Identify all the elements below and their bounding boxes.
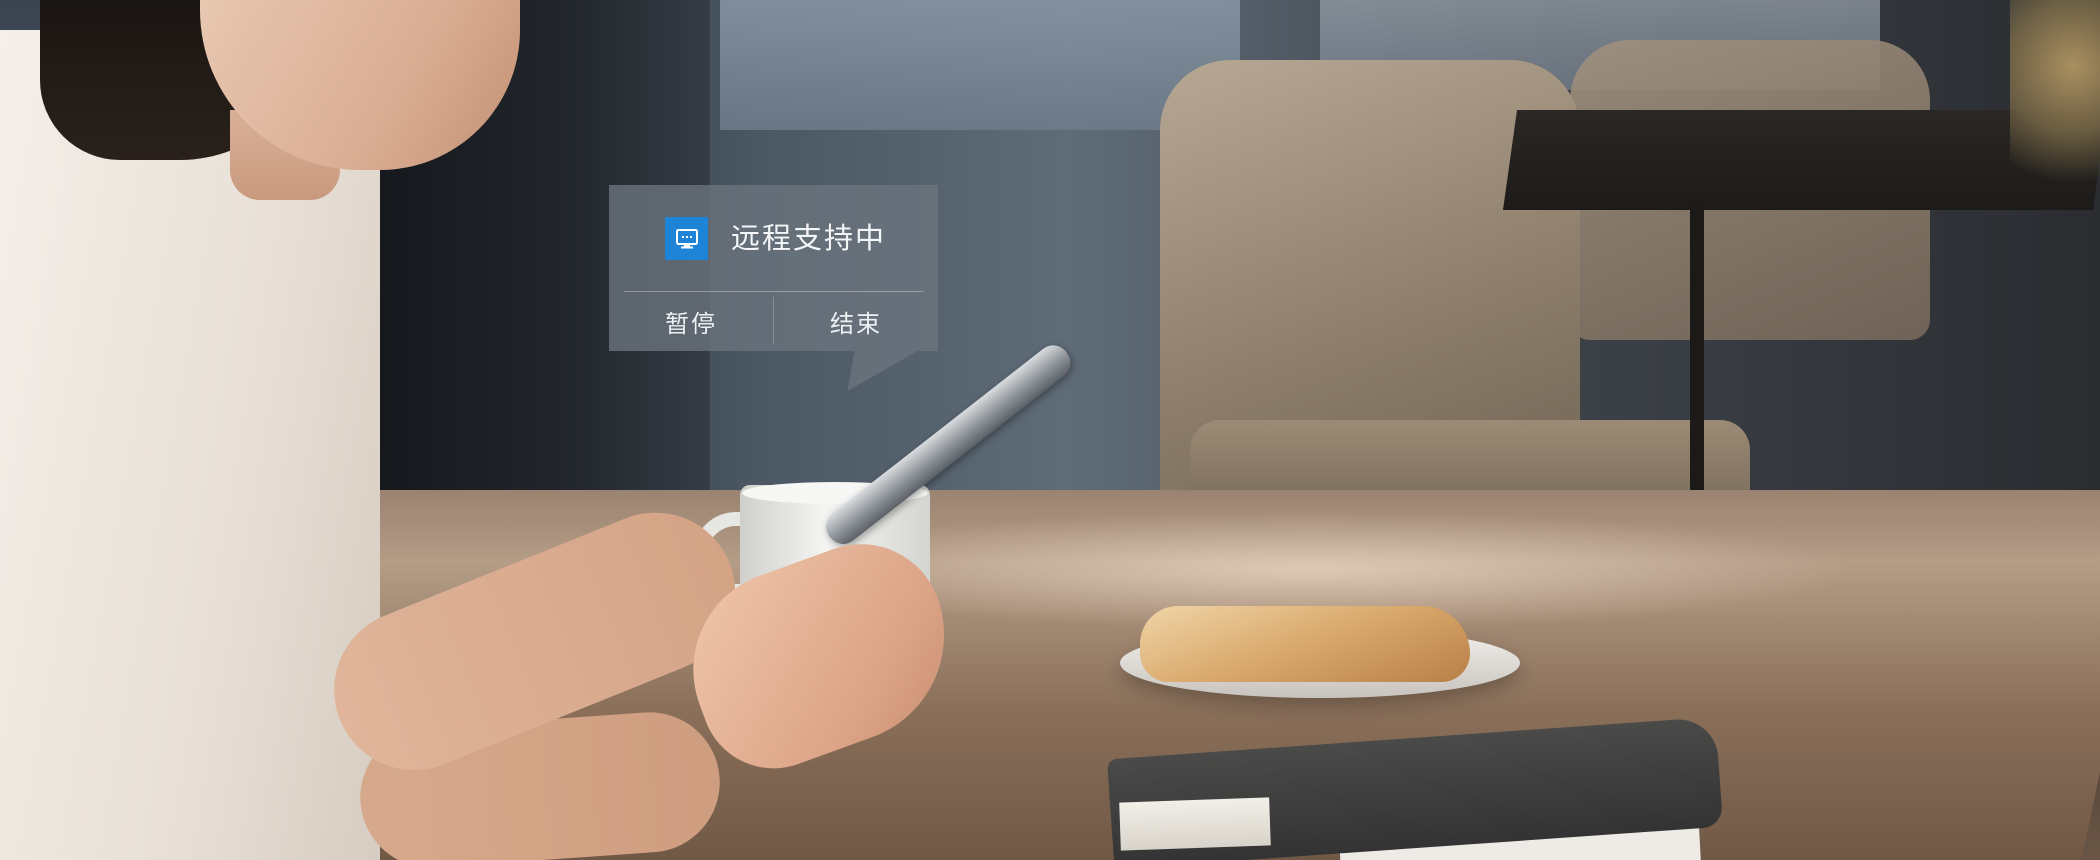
hero-photo-scene: 远程支持中 暂停 结束 [0, 0, 2100, 860]
background-plant [2010, 0, 2100, 220]
popup-pointer [847, 351, 918, 391]
pause-button[interactable]: 暂停 [609, 292, 773, 350]
popup-header: 远程支持中 [609, 185, 938, 290]
notebook-pages [1119, 797, 1271, 851]
remote-desktop-icon [665, 217, 708, 260]
bread [1140, 606, 1470, 682]
remote-support-popup: 远程支持中 暂停 结束 [609, 185, 938, 351]
popup-actions: 暂停 结束 [609, 292, 938, 350]
monitor-icon [675, 228, 698, 248]
status-text: 远程支持中 [731, 221, 887, 255]
end-button[interactable]: 结束 [774, 292, 938, 350]
background-table-leg [1690, 200, 1704, 540]
